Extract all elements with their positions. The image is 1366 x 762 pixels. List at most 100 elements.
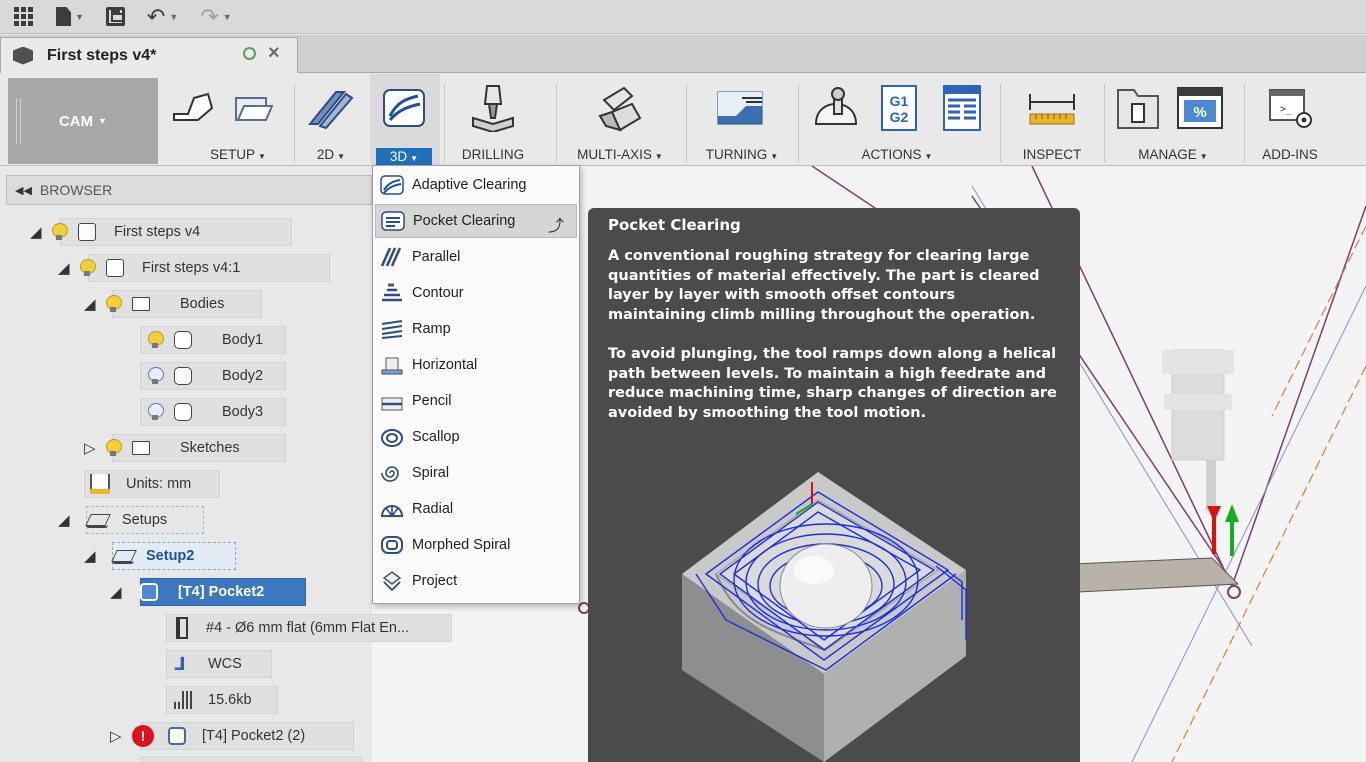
tree-node-pocket2[interactable]: ◢ [T4] Pocket2 [110, 578, 306, 606]
tree-node-wcs[interactable]: ⅃ WCS [166, 650, 272, 678]
chevron-down-icon: ▼ [75, 11, 84, 22]
drilling-group-label: DRILLING [461, 147, 525, 162]
units-icon [90, 474, 110, 494]
menu-item-label: Scallop [412, 429, 460, 445]
menu-item-label: Contour [412, 285, 464, 301]
setup-node-icon [112, 548, 134, 564]
menu-item-spiral[interactable]: Spiral [375, 456, 577, 490]
tree-node-tool[interactable]: #4 - Ø6 mm flat (6mm Flat En... [166, 614, 452, 642]
menu-item-adaptive-clearing[interactable]: Adaptive Clearing [375, 168, 577, 202]
collapsed-triangle-icon[interactable]: ▷ [110, 727, 132, 745]
save-button[interactable] [105, 4, 125, 30]
menu-item-contour[interactable]: Contour [375, 276, 577, 310]
visibility-bulb-off-icon[interactable] [148, 367, 164, 385]
file-icon [56, 7, 71, 26]
body-icon [174, 331, 192, 349]
pin-to-toolbar-icon[interactable]: ⤴ [548, 212, 564, 236]
grip-handle[interactable] [16, 98, 21, 144]
actions-group[interactable]: G1 G2 ACTIONS ▼ [802, 74, 992, 166]
close-tab-icon[interactable]: × [268, 42, 280, 65]
3d-milling-icon [383, 89, 425, 127]
undo-button[interactable]: ↶ ▼ [147, 4, 178, 30]
tree-node-bodies[interactable]: ◢ Bodies [84, 290, 262, 318]
pocket-clearing-icon [381, 210, 405, 232]
quick-access-toolbar: ▼ ↶ ▼ ↷ ▼ [0, 0, 1366, 34]
actions-group-label: ACTIONS ▼ [861, 147, 933, 162]
menu-item-label: Adaptive Clearing [412, 177, 527, 193]
scallop-icon [380, 426, 404, 448]
visibility-bulb-icon[interactable] [106, 439, 122, 457]
expand-triangle-icon[interactable]: ◢ [58, 259, 80, 277]
radial-icon [380, 498, 404, 520]
tooltip-paragraph-1: A conventional roughing strategy for cle… [608, 248, 1040, 323]
tree-node-sketches[interactable]: ▷ Sketches [84, 434, 286, 462]
pocket-clearing-tooltip: Pocket Clearing A conventional roughing … [588, 208, 1080, 762]
browser-panel-header[interactable]: ◀◀ BROWSER [6, 175, 372, 205]
expand-triangle-icon[interactable]: ◢ [84, 295, 106, 313]
pencil-icon [380, 390, 404, 412]
tree-node-body2[interactable]: Body2 [140, 362, 286, 390]
turning-group-label: TURNING ▼ [705, 147, 779, 162]
3d-group[interactable]: 3D ▼ [370, 74, 440, 166]
multi-axis-group[interactable]: MULTI-AXIS ▼ [560, 74, 680, 166]
tree-node-nc-size[interactable]: 15.6kb [166, 686, 278, 714]
visibility-bulb-icon[interactable] [148, 331, 164, 349]
menu-item-scallop[interactable]: Scallop [375, 420, 577, 454]
2d-group[interactable]: 2D ▼ [296, 74, 366, 166]
spiral-icon [380, 462, 404, 484]
tree-node-setups[interactable]: ◢ Setups [58, 506, 204, 534]
visibility-bulb-icon[interactable] [106, 295, 122, 313]
visibility-bulb-off-icon[interactable] [148, 403, 164, 421]
visibility-bulb-icon[interactable] [52, 223, 68, 241]
menu-item-radial[interactable]: Radial [375, 492, 577, 526]
contour-icon [380, 282, 404, 304]
menu-item-pencil[interactable]: Pencil [375, 384, 577, 418]
visibility-bulb-icon[interactable] [80, 259, 96, 277]
setup-group[interactable]: SETUP ▼ [162, 74, 292, 166]
workspace-switcher[interactable]: CAM ▼ [8, 78, 158, 164]
turning-group[interactable]: TURNING ▼ [690, 74, 794, 166]
data-panel-button[interactable] [14, 4, 34, 30]
tree-node-body1[interactable]: Body1 [140, 326, 286, 354]
toolbar-ribbon: CAM ▼ SETUP ▼ 2D ▼ 3D ▼ DRILLING MULTI-A… [0, 74, 1366, 166]
document-tab[interactable]: First steps v4* × [0, 37, 298, 73]
collapsed-triangle-icon[interactable]: ▷ [84, 439, 106, 457]
expand-triangle-icon[interactable]: ◢ [30, 223, 52, 241]
tree-node-setup2[interactable]: ◢ Setup2 [84, 542, 236, 570]
svg-text:G1: G1 [890, 93, 909, 109]
tree-node-body3[interactable]: Body3 [140, 398, 286, 426]
tree-node-root[interactable]: ◢ First steps v4 [30, 218, 292, 246]
menu-item-pocket-clearing[interactable]: Pocket Clearing ⤴ [375, 204, 577, 238]
tool-library-icon [1117, 89, 1159, 129]
expand-triangle-icon[interactable]: ◢ [58, 511, 80, 529]
file-menu-button[interactable]: ▼ [56, 4, 84, 30]
add-ins-group[interactable]: >_ ADD-INS [1248, 74, 1332, 166]
flat-end-mill-icon [176, 617, 188, 639]
menu-item-ramp[interactable]: Ramp [375, 312, 577, 346]
simulate-icon [814, 87, 858, 125]
inspect-group-label: INSPECT [1022, 147, 1082, 162]
toolpath-size-icon [174, 691, 194, 709]
menu-item-horizontal[interactable]: Horizontal [375, 348, 577, 382]
manage-group[interactable]: % MANAGE ▼ [1108, 74, 1238, 166]
menu-item-morphed-spiral[interactable]: Morphed Spiral [375, 528, 577, 562]
menu-item-project[interactable]: Project [375, 564, 577, 598]
inspect-group[interactable]: INSPECT [1004, 74, 1100, 166]
add-ins-group-label: ADD-INS [1262, 147, 1318, 162]
expand-triangle-icon[interactable]: ◢ [84, 547, 106, 565]
tree-node-component[interactable]: ◢ First steps v4:1 [58, 254, 330, 282]
expand-triangle-icon[interactable]: ◢ [110, 583, 132, 601]
redo-button[interactable]: ↷ ▼ [200, 4, 231, 30]
menu-item-label: Morphed Spiral [412, 537, 511, 553]
tree-node-units[interactable]: Units: mm [84, 470, 220, 498]
multi-axis-group-label: MULTI-AXIS ▼ [577, 147, 663, 162]
new-setup-icon [235, 97, 274, 121]
workspace-label: CAM [58, 112, 94, 130]
collapse-panel-icon[interactable]: ◀◀ [15, 184, 32, 197]
drilling-group[interactable]: DRILLING [446, 74, 540, 166]
setups-icon [86, 512, 108, 528]
tree-node-pocket2-copy[interactable]: ▷! [T4] Pocket2 (2) [110, 722, 354, 750]
setup-group-label: SETUP ▼ [210, 147, 266, 162]
folder-icon [132, 297, 150, 311]
menu-item-parallel[interactable]: Parallel [375, 240, 577, 274]
